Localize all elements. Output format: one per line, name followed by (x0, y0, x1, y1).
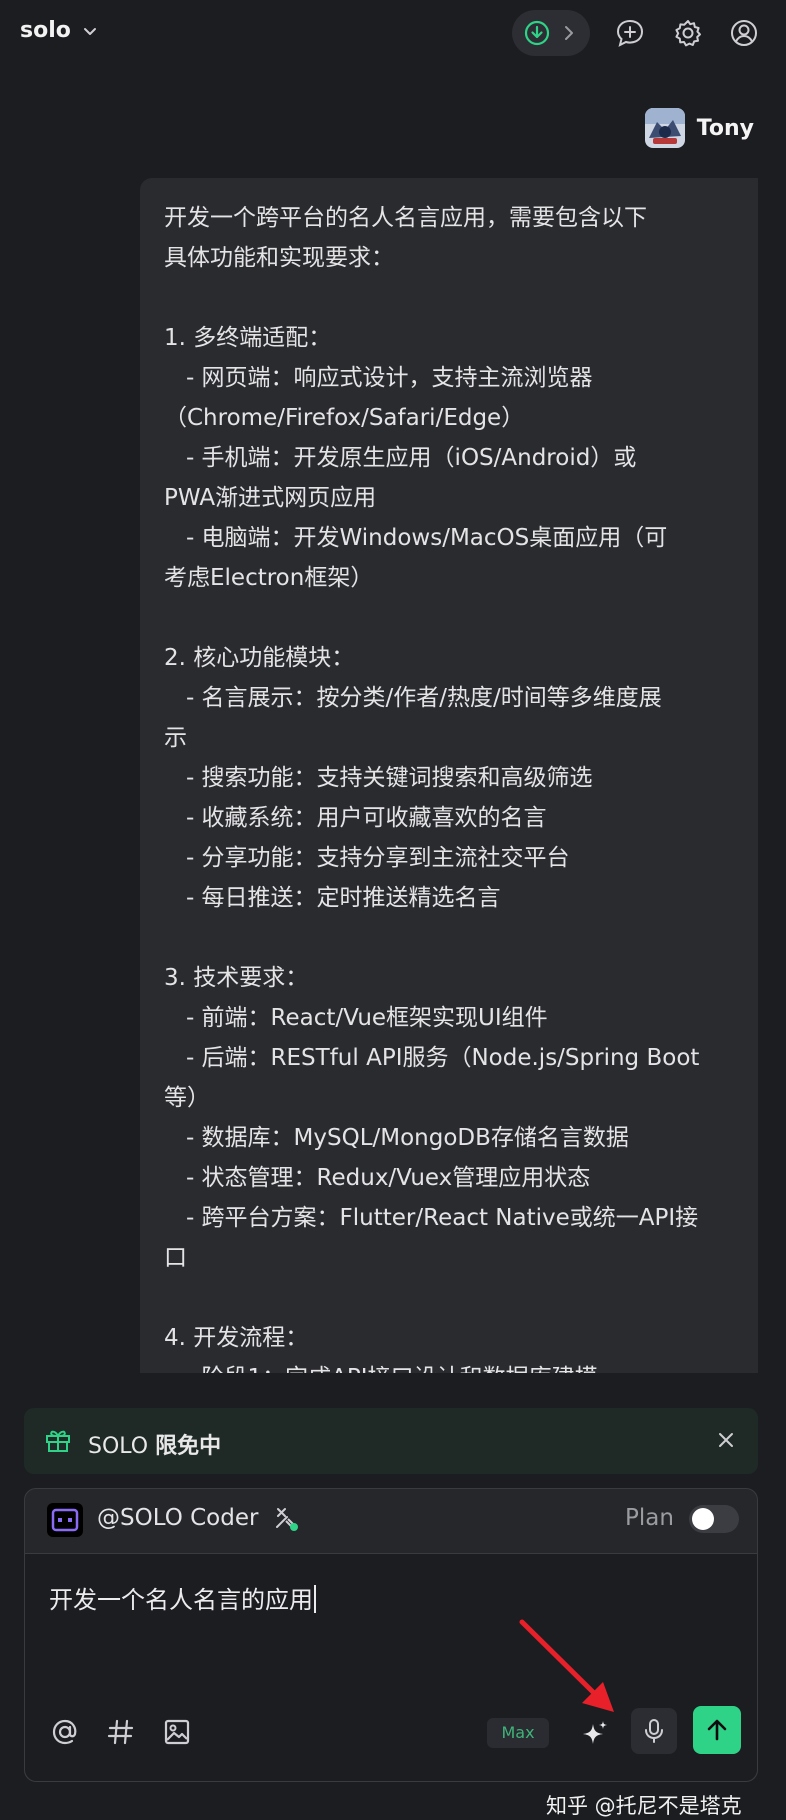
new-chat-icon[interactable] (615, 18, 645, 48)
message-text: 开发一个跨平台的名人名言应用，需要包含以下 具体功能和实现要求： 1. 多终端适… (164, 205, 700, 1373)
gift-icon (46, 1430, 70, 1452)
voice-input-button[interactable] (631, 1708, 677, 1754)
message-input[interactable]: 开发一个名人名言的应用 Max (25, 1553, 757, 1781)
model-badge[interactable]: Max (487, 1718, 549, 1748)
gear-icon[interactable] (673, 18, 703, 48)
avatar (644, 108, 685, 148)
watermark: 知乎 @托尼不是塔克 (546, 1794, 742, 1818)
toggle-knob (692, 1508, 714, 1530)
download-icon (524, 20, 550, 46)
image-icon[interactable] (161, 1716, 193, 1748)
app-title[interactable]: solo (20, 18, 71, 43)
plan-label: Plan (625, 1505, 674, 1531)
text-caret (314, 1585, 316, 1613)
top-bar: solo (0, 0, 786, 68)
promo-label-prefix: SOLO (88, 1434, 149, 1459)
chevron-right-icon (565, 26, 573, 40)
download-status-button[interactable] (512, 10, 590, 56)
close-icon[interactable] (712, 1426, 740, 1454)
agent-bar: @SOLO Coder Plan (25, 1489, 757, 1551)
promo-label: SOLO 限免中 (88, 1428, 221, 1460)
tools-icon[interactable] (273, 1505, 299, 1533)
message-input-value[interactable]: 开发一个名人名言的应用 (49, 1580, 316, 1615)
microphone-icon (645, 1719, 663, 1743)
sparkle-icon[interactable] (579, 1718, 611, 1750)
hashtag-icon[interactable] (105, 1716, 137, 1748)
message-bubble: 开发一个跨平台的名人名言应用，需要包含以下 具体功能和实现要求： 1. 多终端适… (140, 178, 758, 1373)
promo-label-bold: 限免中 (155, 1434, 222, 1459)
composer: @SOLO Coder Plan 开发一个名人名言的应用 Max (24, 1488, 758, 1782)
arrow-up-icon (707, 1719, 727, 1741)
account-icon[interactable] (729, 18, 759, 48)
plan-toggle[interactable] (689, 1505, 739, 1533)
mention-icon[interactable] (49, 1716, 81, 1748)
user-name: Tony (696, 115, 754, 141)
send-button[interactable] (693, 1706, 741, 1754)
agent-name[interactable]: @SOLO Coder (97, 1505, 258, 1531)
agent-avatar[interactable] (47, 1503, 83, 1537)
message-author: Tony (644, 108, 754, 148)
promo-banner: SOLO 限免中 (24, 1408, 758, 1474)
chevron-down-icon[interactable] (80, 22, 100, 42)
